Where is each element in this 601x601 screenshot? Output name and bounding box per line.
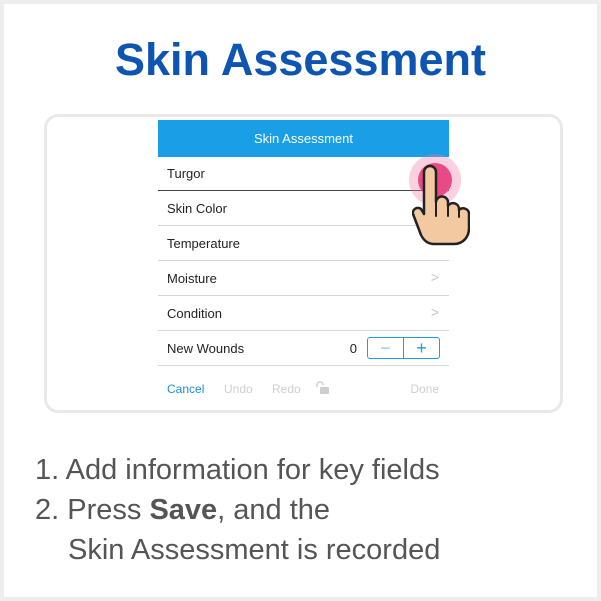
row-turgor[interactable]: Turgor (158, 157, 449, 191)
row-label: Skin Color (167, 201, 227, 216)
chevron-right-icon: > (430, 304, 439, 320)
cancel-button[interactable]: Cancel (167, 382, 204, 396)
done-button[interactable]: Done (410, 382, 439, 396)
wounds-stepper: − + (367, 337, 440, 359)
instructions: 1. Add information for key fields 2. Pre… (35, 450, 585, 570)
chevron-right-icon: > (430, 269, 439, 285)
row-new-wounds: New Wounds 0 − + (158, 332, 449, 366)
step-1: 1. Add information for key fields (35, 454, 440, 486)
increment-button[interactable]: + (404, 338, 439, 358)
nav-title: Skin Assessment (254, 131, 353, 146)
row-label: Temperature (167, 236, 240, 251)
app-screen: Skin Assessment Turgor Skin Color Temper… (155, 120, 449, 408)
row-label: Moisture (167, 271, 217, 286)
device-screenshot-frame: Skin Assessment Turgor Skin Color Temper… (44, 114, 563, 413)
row-temperature[interactable]: Temperature > (158, 227, 449, 261)
wounds-count: 0 (349, 341, 357, 356)
row-label: Condition (167, 306, 222, 321)
save-emphasis: Save (149, 494, 218, 526)
redo-button[interactable]: Redo (272, 382, 301, 396)
row-label: Turgor (167, 166, 205, 181)
nav-bar: Skin Assessment (158, 120, 449, 157)
page-title: Skin Assessment (114, 34, 486, 85)
row-moisture[interactable]: Moisture > (158, 262, 449, 296)
hand-pointer-icon (412, 164, 470, 246)
instruction-card: Skin Assessment Skin Assessment Turgor S… (4, 4, 597, 597)
step-2: 2. Press Save, and the (35, 494, 331, 526)
lock-icon[interactable] (314, 381, 330, 398)
step-2-continued: Skin Assessment is recorded (68, 534, 441, 566)
decrement-button[interactable]: − (368, 338, 404, 358)
bottom-toolbar: Cancel Undo Redo Done (158, 381, 449, 404)
undo-button[interactable]: Undo (224, 382, 253, 396)
row-skin-color[interactable]: Skin Color (158, 192, 449, 226)
row-label: New Wounds (167, 341, 245, 356)
row-condition[interactable]: Condition > (158, 297, 449, 331)
